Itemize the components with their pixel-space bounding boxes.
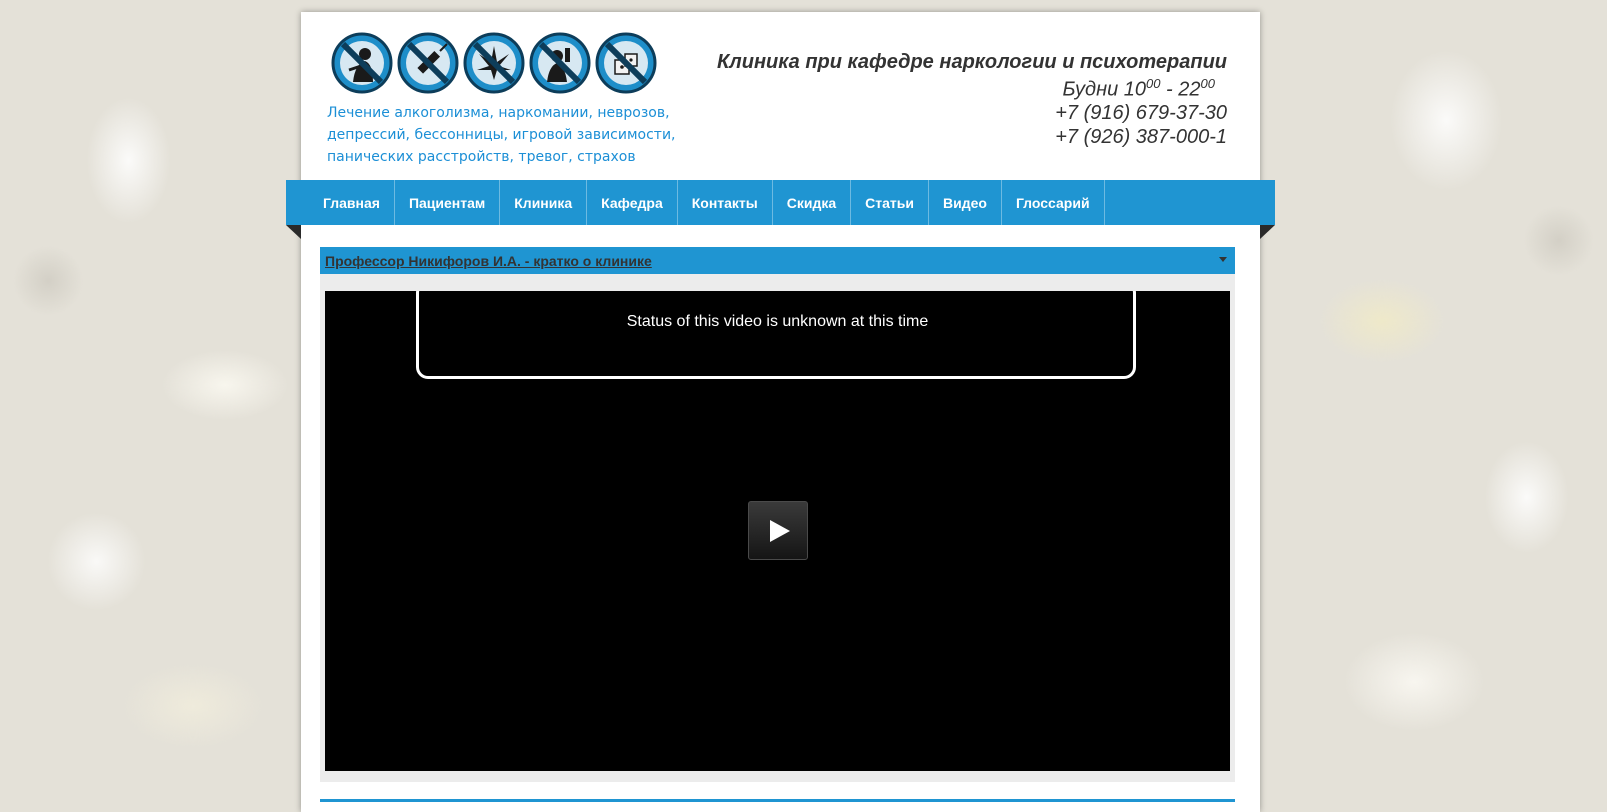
nav-item-department[interactable]: Кафедра <box>587 180 678 225</box>
play-button[interactable] <box>748 501 808 560</box>
phone-number-2[interactable]: +7 (926) 387-000-1 <box>1055 126 1227 149</box>
no-alcohol-icon <box>529 32 591 94</box>
no-cannabis-icon <box>463 32 525 94</box>
nav-item-articles[interactable]: Статьи <box>851 180 929 225</box>
main-navigation: Главная Пациентам Клиника Кафедра Контак… <box>286 180 1275 225</box>
working-hours: Будни 1000 - 2200 <box>1062 76 1215 102</box>
play-icon <box>770 519 790 542</box>
accordion-header[interactable]: Профессор Никифоров И.А. - кратко о клин… <box>320 247 1235 274</box>
phone-number-1[interactable]: +7 (916) 679-37-30 <box>1055 102 1227 125</box>
tagline-line: панических расстройств, тревог, страхов <box>327 149 636 165</box>
nav-item-contacts[interactable]: Контакты <box>678 180 773 225</box>
clinic-title: Клиника при кафедре наркологии и психоте… <box>717 51 1227 73</box>
nav-ribbon-fold-left <box>286 225 301 239</box>
no-syringe-icon <box>397 32 459 94</box>
nav-item-discount[interactable]: Скидка <box>773 180 852 225</box>
nav-item-clinic[interactable]: Клиника <box>500 180 588 225</box>
accordion-title-link[interactable]: Профессор Никифоров И.А. - кратко о клин… <box>325 253 652 269</box>
nav-item-glossary[interactable]: Глоссарий <box>1002 180 1105 225</box>
tagline-line: депрессий, бессонницы, игровой зависимос… <box>327 127 676 143</box>
nav-item-video[interactable]: Видео <box>929 180 1002 225</box>
hours-label: Будни 10 <box>1062 78 1147 101</box>
hours-close-sup: 00 <box>1200 76 1215 91</box>
nav-item-home[interactable]: Главная <box>286 180 395 225</box>
video-player[interactable]: Status of this video is unknown at this … <box>325 291 1230 771</box>
no-gambling-icon <box>595 32 657 94</box>
nav-item-patients[interactable]: Пациентам <box>395 180 501 225</box>
chevron-down-icon[interactable] <box>1219 257 1227 262</box>
hours-dash: - 22 <box>1160 78 1201 101</box>
logo-icons[interactable] <box>329 30 659 96</box>
no-smoking-icon <box>331 32 393 94</box>
site-header: Лечение алкоголизма, наркомании, неврозо… <box>301 12 1260 180</box>
tagline: Лечение алкоголизма, наркомании, неврозо… <box>327 102 687 168</box>
video-status-text: Status of this video is unknown at this … <box>626 313 929 330</box>
video-status-box <box>416 291 1136 379</box>
nav-ribbon-fold-right <box>1260 225 1275 239</box>
tagline-line: Лечение алкоголизма, наркомании, неврозо… <box>327 105 670 121</box>
hours-open-sup: 00 <box>1146 76 1161 91</box>
